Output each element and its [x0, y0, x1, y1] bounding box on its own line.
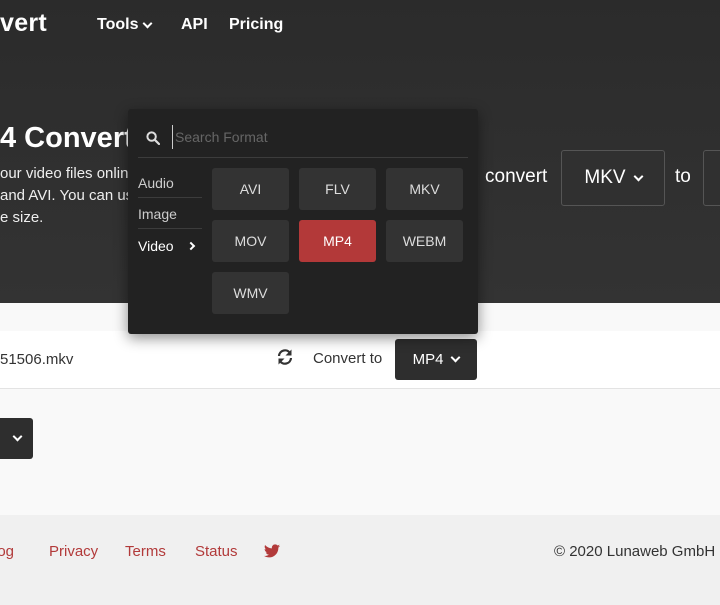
refresh-icon[interactable] [276, 348, 294, 366]
footer: log Privacy Terms Status © 2020 Lunaweb … [0, 515, 720, 605]
nav-pricing[interactable]: Pricing [229, 16, 283, 34]
hero-convert-label: convert [485, 166, 548, 187]
chevron-down-icon [450, 352, 461, 363]
hero-description-line: e size. [0, 209, 44, 226]
format-option-avi[interactable]: AVI [212, 168, 289, 210]
chevron-down-icon [143, 18, 153, 28]
divider [138, 157, 468, 158]
add-files-button[interactable] [0, 418, 33, 459]
hero-description: our video files onlin and AVI. You can u… [0, 163, 133, 229]
footer-link-privacy[interactable]: Privacy [49, 543, 98, 560]
format-option-mp4[interactable]: MP4 [299, 220, 376, 262]
category-label: Image [138, 206, 177, 222]
target-format-value: MP4 [412, 351, 444, 368]
chevron-down-icon [633, 171, 644, 181]
format-option-webm[interactable]: WEBM [386, 220, 463, 262]
to-format-select[interactable] [703, 150, 720, 206]
chevron-down-icon [12, 431, 23, 442]
nav-api[interactable]: API [181, 16, 208, 34]
hero-to-label: to [675, 166, 691, 187]
twitter-icon[interactable] [264, 544, 280, 558]
convert-to-label: Convert to [313, 350, 383, 367]
page-title: 4 Convert [0, 122, 134, 154]
format-dropdown: Audio Image Video AVI FLV MKV MOV MP4 WE… [128, 109, 478, 334]
logo[interactable]: vert [0, 9, 47, 38]
file-name: 51506.mkv [0, 351, 74, 368]
format-option-mkv[interactable]: MKV [386, 168, 463, 210]
category-label: Audio [138, 175, 174, 191]
category-label: Video [138, 237, 174, 254]
footer-link-blog[interactable]: log [0, 543, 14, 560]
hero-description-line: and AVI. You can us [0, 187, 134, 204]
format-option-wmv[interactable]: WMV [212, 272, 289, 314]
from-format-select[interactable]: MKV [561, 150, 665, 206]
chevron-right-icon [186, 241, 196, 250]
search-icon [146, 131, 160, 145]
footer-link-terms[interactable]: Terms [125, 543, 166, 560]
copyright: © 2020 Lunaweb GmbH [554, 543, 716, 560]
target-format-button[interactable]: MP4 [395, 339, 477, 380]
category-image[interactable]: Image [138, 200, 202, 229]
format-option-mov[interactable]: MOV [212, 220, 289, 262]
format-option-flv[interactable]: FLV [299, 168, 376, 210]
from-format-value: MKV [584, 167, 626, 188]
hero-description-line: our video files onlin [0, 165, 129, 182]
category-video[interactable]: Video [138, 231, 202, 260]
footer-link-status[interactable]: Status [195, 543, 238, 560]
category-audio[interactable]: Audio [138, 169, 202, 198]
nav-tools-label: Tools [97, 16, 139, 33]
nav-tools[interactable]: Tools [97, 16, 153, 34]
top-navigation: vert Tools API Pricing [0, 0, 720, 50]
format-search-input[interactable] [172, 125, 462, 149]
